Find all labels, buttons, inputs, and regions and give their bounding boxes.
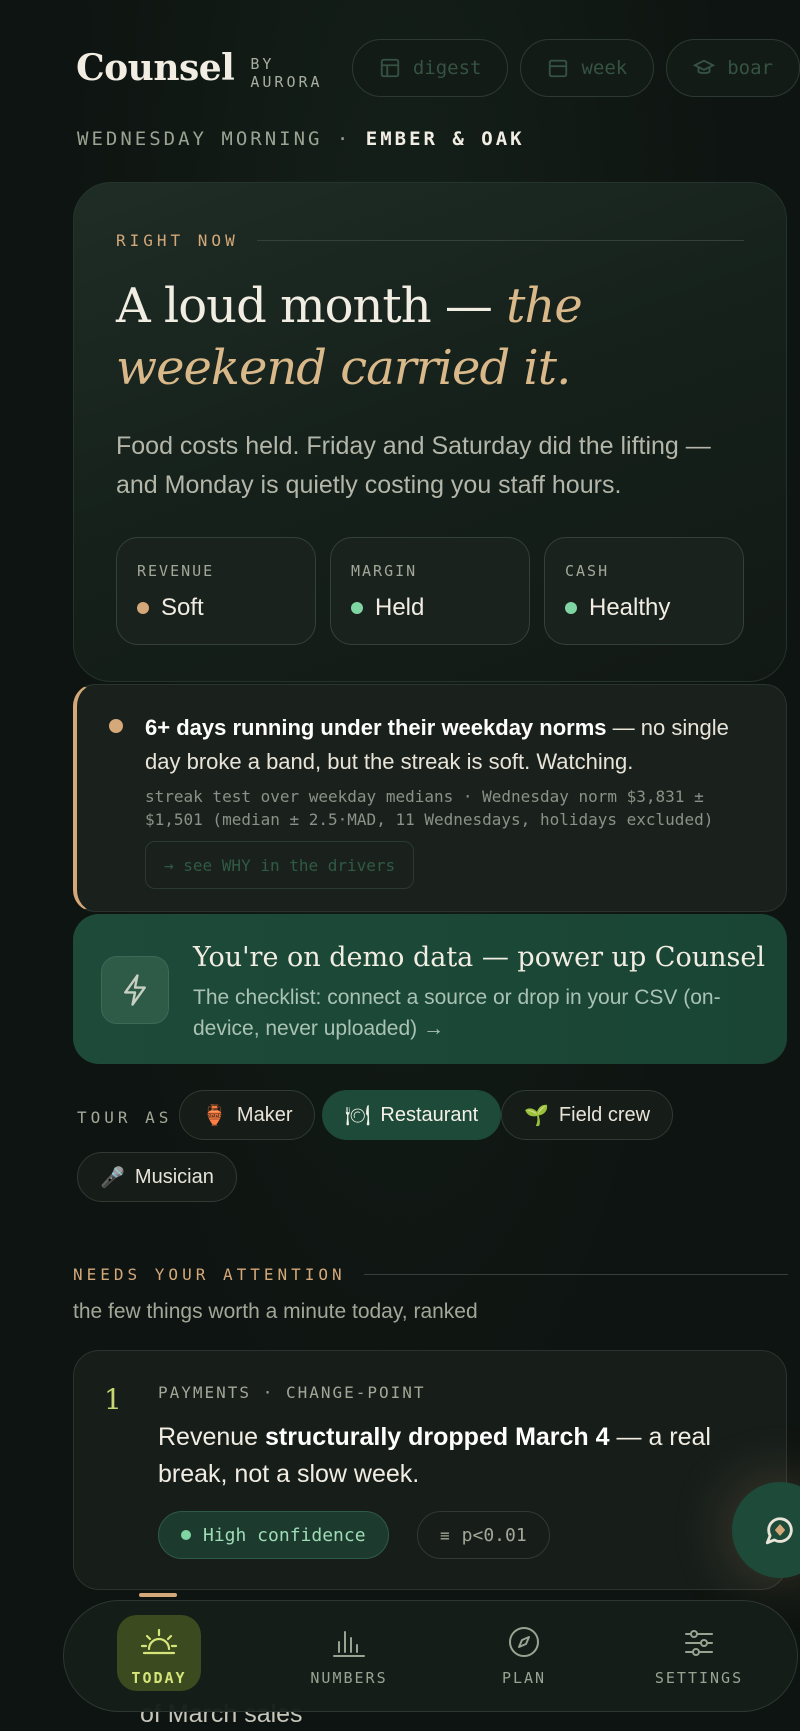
- alert-headline: 6+ days running under their weekday norm…: [145, 715, 607, 740]
- alert-text: 6+ days running under their weekday norm…: [145, 711, 750, 779]
- alert-method: streak test over weekday medians · Wedne…: [145, 787, 714, 829]
- sunrise-icon: [140, 1628, 178, 1655]
- metric-label: CASH: [565, 562, 610, 580]
- streak-alert-card: 6+ days running under their weekday norm…: [73, 684, 787, 912]
- brand-logo: Counsel: [76, 47, 235, 89]
- chip-label: Musician: [134, 1165, 214, 1188]
- demo-title: You're on demo data — power up Counsel: [193, 942, 765, 973]
- confidence-label: High confidence: [203, 1524, 366, 1546]
- chip-label: Field crew: [558, 1103, 651, 1126]
- tour-label: TOUR AS: [77, 1108, 173, 1127]
- tab-settings[interactable]: SETTINGS: [639, 1615, 759, 1691]
- metric-revenue[interactable]: REVENUE Soft: [116, 537, 316, 645]
- tour-maker-chip[interactable]: 🏺 Maker: [179, 1090, 316, 1140]
- hero-card: RIGHT NOW A loud month — the weekend car…: [73, 182, 787, 682]
- alert-dot-icon: [109, 719, 123, 733]
- plate-icon: 🍽: [345, 1104, 371, 1127]
- tab-today[interactable]: TODAY: [117, 1615, 201, 1691]
- metric-value: Held: [375, 594, 425, 621]
- calendar-icon: [549, 59, 568, 78]
- metric-value: Soft: [161, 594, 204, 621]
- issue-text-pre: Revenue: [158, 1423, 266, 1451]
- demo-data-banner[interactable]: You're on demo data — power up Counsel T…: [73, 914, 787, 1064]
- sliders-icon: [685, 1630, 713, 1656]
- lightning-icon: [101, 956, 169, 1024]
- hero-eyebrow-label: RIGHT NOW: [116, 231, 239, 250]
- attention-divider: [363, 1274, 788, 1275]
- nav-digest-label: digest: [412, 57, 482, 79]
- nav-week-label: week: [581, 57, 628, 79]
- attention-heading: NEEDS YOUR ATTENTION: [73, 1265, 788, 1284]
- tour-musician-chip[interactable]: 🎤 Musician: [77, 1152, 237, 1202]
- business-name: EMBER & OAK: [365, 128, 525, 150]
- microphone-icon: 🎤: [100, 1166, 125, 1189]
- metric-label: REVENUE: [137, 562, 215, 580]
- rank-number: 1: [104, 1383, 122, 1416]
- seedling-icon: 🌱: [524, 1104, 549, 1127]
- equiv-icon: ≡: [440, 1525, 450, 1545]
- dateline: WEDNESDAY MORNING · EMBER & OAK: [77, 128, 525, 150]
- nav-board-label: boar: [727, 57, 773, 79]
- issue-kicker: PAYMENTS · CHANGE-POINT: [158, 1383, 426, 1402]
- status-dot-icon: [351, 602, 363, 614]
- issue-text-bold: structurally dropped March 4: [265, 1423, 610, 1451]
- brand-byline: BY AURORA: [250, 55, 323, 91]
- tab-label: TODAY: [131, 1669, 187, 1687]
- chip-label: Restaurant: [380, 1103, 479, 1126]
- pvalue-badge: ≡ p<0.01: [417, 1511, 550, 1559]
- tab-label: SETTINGS: [654, 1669, 744, 1687]
- top-nav: digest week boar: [351, 39, 800, 97]
- tab-plan[interactable]: PLAN: [479, 1615, 569, 1691]
- hero-title-plain: A loud month —: [116, 278, 507, 334]
- active-tab-indicator: [139, 1593, 177, 1597]
- tour-restaurant-chip[interactable]: 🍽 Restaurant: [322, 1090, 502, 1140]
- demo-subtitle: The checklist: connect a source or drop …: [193, 986, 721, 1040]
- hero-subtitle: Food costs held. Friday and Saturday did…: [116, 432, 711, 499]
- issue-text: Revenue structurally dropped March 4 — a…: [158, 1419, 756, 1493]
- metric-margin[interactable]: MARGIN Held: [330, 537, 530, 645]
- attention-item[interactable]: 1 PAYMENTS · CHANGE-POINT Revenue struct…: [73, 1350, 787, 1590]
- layout-icon: [380, 58, 399, 78]
- vase-icon: 🏺: [202, 1104, 227, 1127]
- nav-digest-button[interactable]: digest: [351, 39, 509, 97]
- hero-title: A loud month — the weekend carried it.: [116, 275, 746, 399]
- metric-label: MARGIN: [351, 562, 418, 580]
- tour-field-crew-chip[interactable]: 🌱 Field crew: [501, 1090, 674, 1140]
- tab-label: PLAN: [501, 1669, 547, 1687]
- bar-chart-icon: [333, 1631, 365, 1657]
- status-dot-icon: [137, 602, 149, 614]
- dateline-day: WEDNESDAY MORNING ·: [77, 128, 352, 150]
- chip-label: Maker: [236, 1103, 293, 1126]
- app-header: Counsel BY AURORA digest week boar: [76, 38, 800, 98]
- pvalue-label: p<0.01: [461, 1524, 527, 1546]
- compass-icon: [509, 1627, 539, 1657]
- confidence-dot-icon: [181, 1530, 191, 1540]
- confidence-badge: High confidence: [158, 1511, 389, 1559]
- metric-cash[interactable]: CASH Healthy: [544, 537, 744, 645]
- chat-bubble-icon: [765, 1517, 793, 1545]
- attention-heading-label: NEEDS YOUR ATTENTION: [73, 1265, 346, 1284]
- attention-subtitle: the few things worth a minute today, ran…: [73, 1300, 478, 1323]
- graduation-cap-icon: [693, 59, 716, 74]
- eyebrow-divider: [256, 240, 744, 241]
- metric-value: Healthy: [589, 594, 671, 621]
- see-drivers-button[interactable]: → see WHY in the drivers: [145, 841, 415, 889]
- hero-eyebrow: RIGHT NOW: [116, 231, 744, 250]
- status-dot-icon: [565, 602, 577, 614]
- metric-row: REVENUE Soft MARGIN Held CASH Healthy: [116, 537, 744, 645]
- nav-week-button[interactable]: week: [520, 39, 655, 97]
- bottom-nav: TODAY NUMBERS PLAN SETTINGS: [63, 1593, 798, 1712]
- tab-label: NUMBERS: [310, 1669, 388, 1687]
- tab-numbers[interactable]: NUMBERS: [294, 1615, 404, 1691]
- nav-board-button[interactable]: boar: [666, 39, 800, 97]
